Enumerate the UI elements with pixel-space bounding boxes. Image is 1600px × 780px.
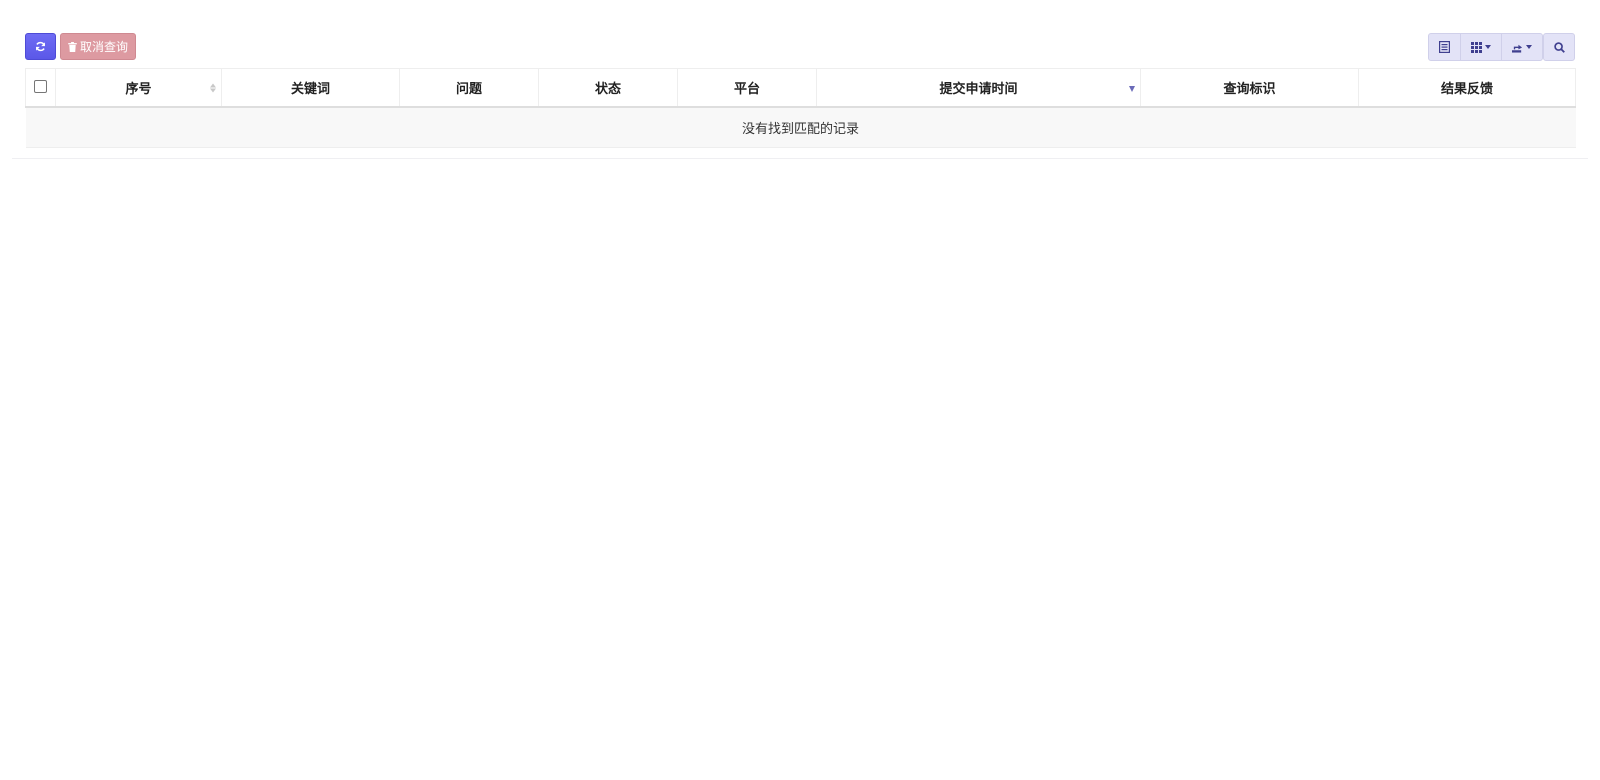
header-index[interactable]: 序号 [55, 68, 222, 108]
toggle-view-icon [1439, 41, 1450, 53]
search-icon [1553, 41, 1565, 53]
header-query-id: 查询标识 [1140, 68, 1359, 108]
cancel-query-button[interactable]: 取消查询 [60, 33, 136, 60]
export-icon [1512, 42, 1523, 53]
columns-icon [1471, 41, 1482, 53]
header-label: 提交申请时间 [939, 82, 1018, 97]
table-tools-group [1428, 33, 1543, 61]
page: 取消查询 序号 关键词 问题 状态 平台 提交申请时间 查询标识 结果反馈 没有… [0, 0, 1600, 780]
header-label: 序号 [125, 82, 152, 97]
empty-message: 没有找到匹配的记录 [25, 107, 1576, 148]
columns-dropdown-button[interactable] [1460, 33, 1502, 61]
toolbar-left: 取消查询 [25, 33, 136, 60]
header-label: 问题 [455, 82, 482, 97]
header-label: 状态 [594, 82, 621, 97]
chevron-down-icon [1526, 45, 1532, 49]
refresh-button[interactable] [25, 33, 56, 60]
header-question: 问题 [399, 68, 539, 108]
header-feedback: 结果反馈 [1358, 68, 1576, 108]
toolbar-right [1428, 33, 1543, 61]
sort-icon [210, 83, 216, 92]
results-table: 序号 关键词 问题 状态 平台 提交申请时间 查询标识 结果反馈 没有找到匹配的… [25, 68, 1576, 148]
toggle-view-button[interactable] [1428, 33, 1461, 61]
header-platform: 平台 [677, 68, 817, 108]
header-keyword: 关键词 [221, 68, 400, 108]
sort-desc-icon [1129, 86, 1135, 92]
select-all-header [25, 68, 56, 108]
header-submit-time[interactable]: 提交申请时间 [816, 68, 1141, 108]
header-label: 平台 [733, 82, 760, 97]
empty-row: 没有找到匹配的记录 [25, 107, 1576, 148]
select-all-checkbox[interactable] [34, 80, 47, 93]
search-button[interactable] [1543, 33, 1575, 61]
export-dropdown-button[interactable] [1501, 33, 1543, 61]
header-label: 查询标识 [1223, 82, 1276, 97]
refresh-icon [35, 41, 46, 52]
header-label: 关键词 [290, 82, 330, 97]
cancel-query-label: 取消查询 [79, 40, 128, 54]
header-label: 结果反馈 [1440, 82, 1493, 97]
header-status: 状态 [538, 68, 678, 108]
table-header-row: 序号 关键词 问题 状态 平台 提交申请时间 查询标识 结果反馈 [25, 68, 1576, 108]
chevron-down-icon [1485, 45, 1491, 49]
trash-icon [68, 41, 77, 52]
table-panel: 取消查询 序号 关键词 问题 状态 平台 提交申请时间 查询标识 结果反馈 没有… [12, 20, 1588, 159]
